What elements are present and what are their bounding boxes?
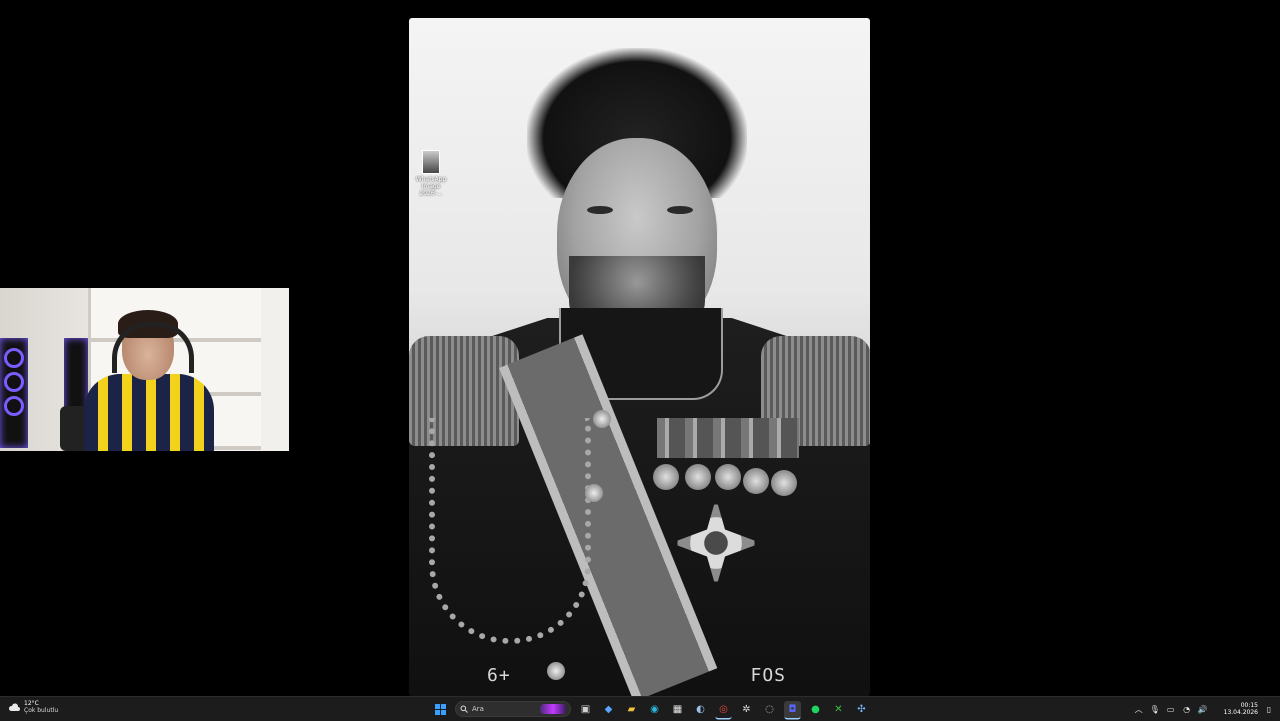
- volume-icon[interactable]: 🔊: [1198, 705, 1208, 714]
- settings-taskbar-button[interactable]: ✲: [738, 701, 755, 718]
- uniform-button: [547, 662, 565, 680]
- network-app-taskbar-button[interactable]: ✣: [853, 701, 870, 718]
- file-explorer-icon: ▰: [627, 703, 636, 715]
- wifi-icon[interactable]: ◔: [1182, 705, 1192, 714]
- obs-icon: ◌: [765, 703, 774, 715]
- cloud-icon: [8, 703, 20, 711]
- search-icon: [460, 705, 468, 713]
- uniform-button: [593, 410, 611, 428]
- discord-icon: ◘: [788, 703, 797, 715]
- task-view-taskbar-button[interactable]: ▣: [577, 701, 594, 718]
- medal: [715, 464, 741, 490]
- xbox-taskbar-button[interactable]: ✕: [830, 701, 847, 718]
- xbox-icon: ✕: [834, 703, 843, 715]
- webcam-pc-case: [0, 338, 28, 448]
- chevron-up-icon[interactable]: ︿: [1134, 704, 1144, 715]
- taskbar-center: Ara ▣ ◆ ▰ ◉ ▦ ◐ ◎ ✲ ◌ ◘ ● ✕ ✣: [432, 699, 870, 719]
- pinned-apps: ▣ ◆ ▰ ◉ ▦ ◐ ◎ ✲ ◌ ◘ ● ✕ ✣: [577, 700, 870, 718]
- taskbar: 12°C Çok bulutlu Ara ▣ ◆ ▰ ◉ ▦ ◐ ◎ ✲ ◌ ◘ ● ✕ ✣ ︿ 🎙 ▭ ◔ 🔊…: [0, 696, 1280, 721]
- medal: [743, 468, 769, 494]
- medal: [771, 470, 797, 496]
- chrome-icon: ◎: [719, 703, 728, 715]
- store-taskbar-button[interactable]: ▦: [669, 701, 686, 718]
- chrome-taskbar-button[interactable]: ◎: [715, 701, 732, 718]
- fan-icon: [4, 396, 24, 416]
- tray-icons: ︿ 🎙 ▭ ◔ 🔊: [1134, 704, 1208, 715]
- film-frame-label: 6+: [487, 665, 511, 686]
- medal: [685, 464, 711, 490]
- clock-time: 00:15: [1240, 702, 1258, 709]
- edge-taskbar-button[interactable]: ◉: [646, 701, 663, 718]
- start-button[interactable]: [432, 701, 449, 718]
- settings-icon: ✲: [742, 703, 751, 715]
- task-view-icon: ▣: [580, 703, 591, 715]
- portrait-eye: [667, 206, 693, 214]
- display-icon[interactable]: ▭: [1166, 705, 1176, 714]
- webcam-person-jersey: [84, 374, 214, 451]
- webcam-overlay: [0, 288, 289, 451]
- copilot-taskbar-button[interactable]: ◆: [600, 701, 617, 718]
- medal: [653, 464, 679, 490]
- store-icon: ▦: [672, 703, 683, 715]
- medal-ribbon-bar: [657, 418, 799, 458]
- notification-icon[interactable]: ▯: [1264, 705, 1274, 714]
- fan-icon: [4, 348, 24, 368]
- file-explorer-taskbar-button[interactable]: ▰: [623, 701, 640, 718]
- film-brand-label: FOS: [750, 665, 786, 686]
- clock-date: 13.04.2026: [1223, 709, 1258, 716]
- spotify-icon: ●: [811, 703, 820, 715]
- taskbar-clock[interactable]: 00:15 13.04.2026: [1224, 702, 1258, 716]
- desktop-wallpaper: 6+ FOS: [409, 18, 870, 696]
- image-file-icon: [422, 150, 440, 174]
- windows-logo-icon: [435, 703, 446, 715]
- discord-taskbar-button[interactable]: ◘: [784, 700, 801, 718]
- edge-icon: ◉: [650, 703, 659, 715]
- network-app-icon: ✣: [857, 703, 866, 715]
- fan-icon: [4, 372, 24, 392]
- search-highlight-art: [540, 704, 566, 714]
- desktop-file-icon[interactable]: WhatsApp Image 2026-...: [412, 150, 450, 197]
- weather-temperature: 12°C: [24, 700, 39, 707]
- weather-condition: Çok bulutlu: [24, 707, 59, 714]
- system-tray: ︿ 🎙 ▭ ◔ 🔊 00:15 13.04.2026 ▯: [1134, 699, 1274, 719]
- microphone-icon[interactable]: 🎙: [1150, 705, 1160, 714]
- desktop-icon-label: WhatsApp Image 2026-...: [415, 176, 447, 197]
- search-placeholder: Ara: [472, 705, 484, 713]
- steam-icon: ◐: [696, 703, 705, 715]
- spotify-taskbar-button[interactable]: ●: [807, 701, 824, 718]
- search-box[interactable]: Ara: [455, 701, 571, 717]
- steam-taskbar-button[interactable]: ◐: [692, 701, 709, 718]
- uniform-button: [585, 484, 603, 502]
- portrait-eye: [587, 206, 613, 214]
- weather-widget[interactable]: 12°C Çok bulutlu: [8, 700, 58, 714]
- obs-taskbar-button[interactable]: ◌: [761, 701, 778, 718]
- uniform-aiguillette: [429, 418, 591, 644]
- copilot-icon: ◆: [604, 703, 613, 715]
